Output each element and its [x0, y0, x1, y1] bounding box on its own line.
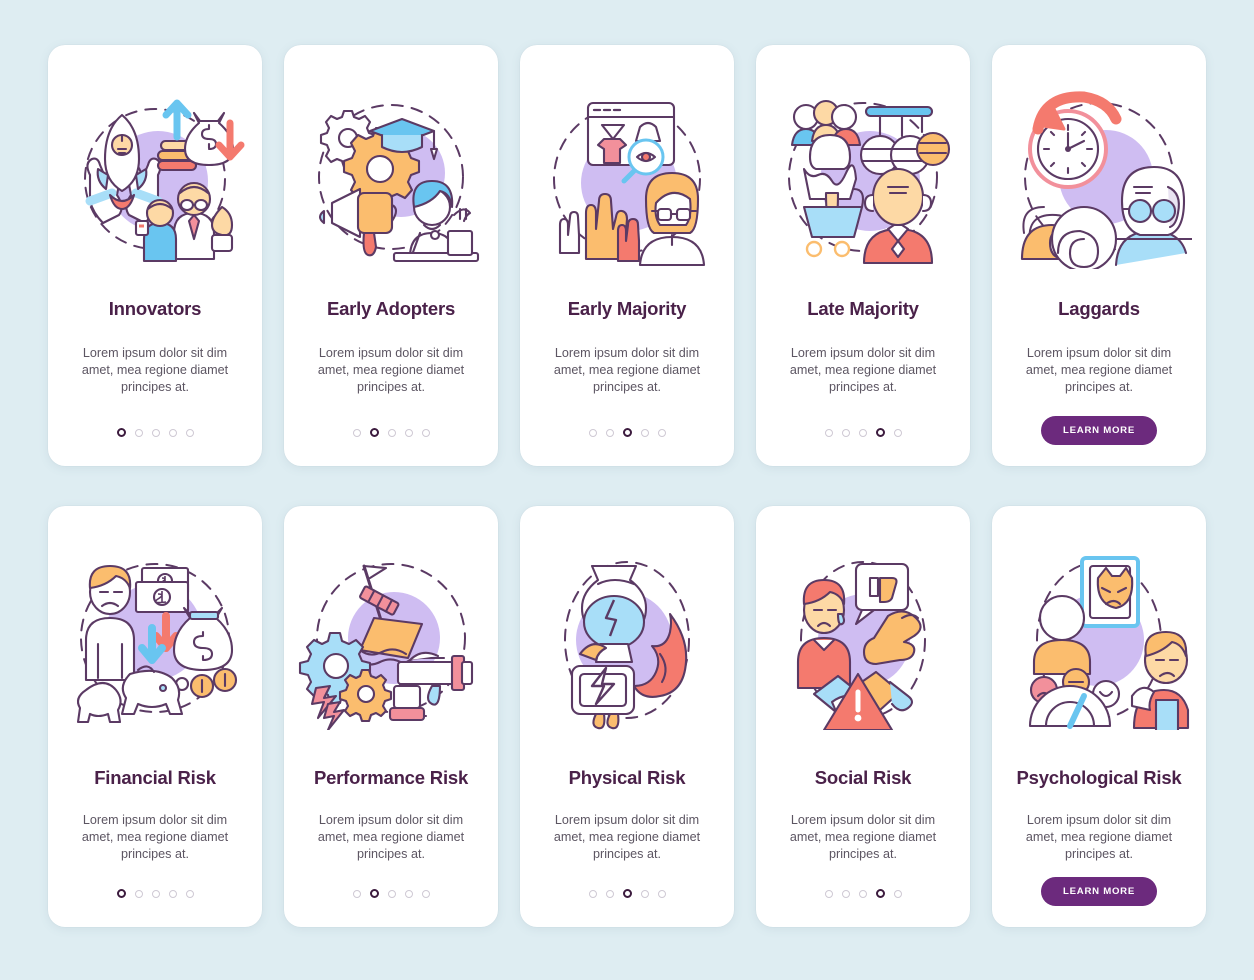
onboarding-card[interactable]: Financial Risk Lorem ipsum dolor sit dim … [48, 506, 262, 927]
onboarding-card[interactable]: Innovators Lorem ipsum dolor sit dim amet… [48, 45, 262, 466]
card-description: Lorem ipsum dolor sit dim amet, mea regi… [81, 346, 229, 395]
pagination-dot[interactable] [134, 889, 143, 898]
onboarding-card[interactable]: Physical Risk Lorem ipsum dolor sit dim a… [520, 506, 734, 927]
pagination-dots [520, 428, 734, 437]
card-description: Lorem ipsum dolor sit dim amet, mea regi… [1025, 346, 1173, 395]
pagination-dot[interactable] [893, 428, 902, 437]
sad-man-money-broken-piggy-bank-icon [62, 544, 248, 730]
card-description: Lorem ipsum dolor sit dim amet, mea regi… [553, 346, 701, 395]
onboarding-card[interactable]: Late Majority Lorem ipsum dolor sit dim a… [756, 45, 970, 466]
card-description: Lorem ipsum dolor sit dim amet, mea regi… [789, 813, 937, 862]
pagination-dot[interactable] [352, 428, 361, 437]
pagination-dot[interactable] [387, 428, 396, 437]
pagination-dots [756, 889, 970, 898]
pagination-dot-active[interactable] [116, 428, 126, 437]
card-title: Performance Risk [313, 767, 469, 788]
pagination-dot[interactable] [605, 889, 614, 898]
onboarding-card[interactable]: Psychological Risk Lorem ipsum dolor sit … [992, 506, 1206, 927]
card-title: Psychological Risk [1016, 767, 1182, 788]
onboarding-card[interactable]: Social Risk Lorem ipsum dolor sit dim ame… [756, 506, 970, 927]
onboarding-card[interactable]: Performance Risk Lorem ipsum dolor sit di… [284, 506, 498, 927]
card-description: Lorem ipsum dolor sit dim amet, mea regi… [789, 346, 937, 395]
clock-rewind-snail-old-man-icon [1006, 83, 1192, 269]
card-title: Social Risk [814, 767, 912, 788]
pagination-dot[interactable] [588, 428, 597, 437]
crying-man-thumbs-down-broken-handshake-warning-icon [770, 544, 956, 730]
pagination-dot[interactable] [404, 889, 413, 898]
pagination-dot[interactable] [657, 889, 666, 898]
rocket-lightbulb-money-people-icon [62, 83, 248, 269]
crowd-scales-shopping-cart-man-icon [770, 83, 956, 269]
pagination-dot[interactable] [824, 889, 833, 898]
card-title: Early Adopters [326, 298, 456, 319]
sinking-ship-broken-gears-leaking-pipe-icon [298, 544, 484, 730]
learn-more-button[interactable]: LEARN MORE [1041, 416, 1157, 445]
pagination-dot[interactable] [151, 428, 160, 437]
pagination-dot[interactable] [185, 889, 194, 898]
pagination-dots [520, 889, 734, 898]
pagination-dot[interactable] [640, 428, 649, 437]
pagination-dot[interactable] [151, 889, 160, 898]
card-description: Lorem ipsum dolor sit dim amet, mea regi… [317, 813, 465, 862]
pagination-dots [284, 428, 498, 437]
pagination-dot[interactable] [858, 428, 867, 437]
pagination-dot[interactable] [134, 428, 143, 437]
pagination-dot[interactable] [824, 428, 833, 437]
pagination-dot-active[interactable] [116, 889, 126, 898]
onboarding-card[interactable]: Laggards Lorem ipsum dolor sit dim amet, … [992, 45, 1206, 466]
card-title: Laggards [1058, 298, 1140, 319]
pagination-dot[interactable] [404, 428, 413, 437]
pagination-dot[interactable] [168, 889, 177, 898]
pagination-dot[interactable] [168, 428, 177, 437]
pagination-dot-active[interactable] [622, 428, 632, 437]
card-title: Financial Risk [94, 767, 216, 788]
card-description: Lorem ipsum dolor sit dim amet, mea regi… [81, 813, 229, 862]
card-title: Innovators [108, 298, 202, 319]
learn-more-button[interactable]: LEARN MORE [1041, 877, 1157, 906]
pagination-dot-active[interactable] [369, 889, 379, 898]
pagination-dot-active[interactable] [369, 428, 379, 437]
card-description: Lorem ipsum dolor sit dim amet, mea regi… [317, 346, 465, 395]
onboarding-card[interactable]: Early Adopters Lorem ipsum dolor sit dim … [284, 45, 498, 466]
gears-graduation-cap-megaphone-speaker-icon [298, 83, 484, 269]
pagination-dots [756, 428, 970, 437]
pagination-dot[interactable] [421, 428, 430, 437]
pagination-dot-active[interactable] [875, 889, 885, 898]
pagination-dot[interactable] [640, 889, 649, 898]
pagination-dot-active[interactable] [875, 428, 885, 437]
card-title: Late Majority [807, 298, 919, 319]
pagination-dot[interactable] [588, 889, 597, 898]
pagination-dot[interactable] [387, 889, 396, 898]
pagination-dot-active[interactable] [622, 889, 632, 898]
pagination-dots [48, 428, 262, 437]
pagination-dot[interactable] [421, 889, 430, 898]
online-shop-raised-hands-woman-icon [534, 83, 720, 269]
pagination-dot[interactable] [858, 889, 867, 898]
pagination-dot[interactable] [893, 889, 902, 898]
pagination-dot[interactable] [841, 428, 850, 437]
card-description: Lorem ipsum dolor sit dim amet, mea regi… [553, 813, 701, 862]
card-description: Lorem ipsum dolor sit dim amet, mea regi… [1025, 813, 1173, 862]
pagination-dots [48, 889, 262, 898]
pagination-dot[interactable] [605, 428, 614, 437]
card-title: Early Majority [567, 298, 687, 319]
broken-vase-electric-shock-fire-icon [534, 544, 720, 730]
onboarding-screens-set: Innovators Lorem ipsum dolor sit dim amet… [0, 0, 1254, 980]
cards-grid: Innovators Lorem ipsum dolor sit dim amet… [48, 45, 1206, 927]
pagination-dot[interactable] [352, 889, 361, 898]
angry-mirror-emotion-gauge-worried-man-icon [1006, 544, 1192, 730]
card-title: Physical Risk [568, 767, 686, 788]
onboarding-card[interactable]: Early Majority Lorem ipsum dolor sit dim … [520, 45, 734, 466]
pagination-dots [284, 889, 498, 898]
pagination-dot[interactable] [185, 428, 194, 437]
pagination-dot[interactable] [841, 889, 850, 898]
pagination-dot[interactable] [657, 428, 666, 437]
